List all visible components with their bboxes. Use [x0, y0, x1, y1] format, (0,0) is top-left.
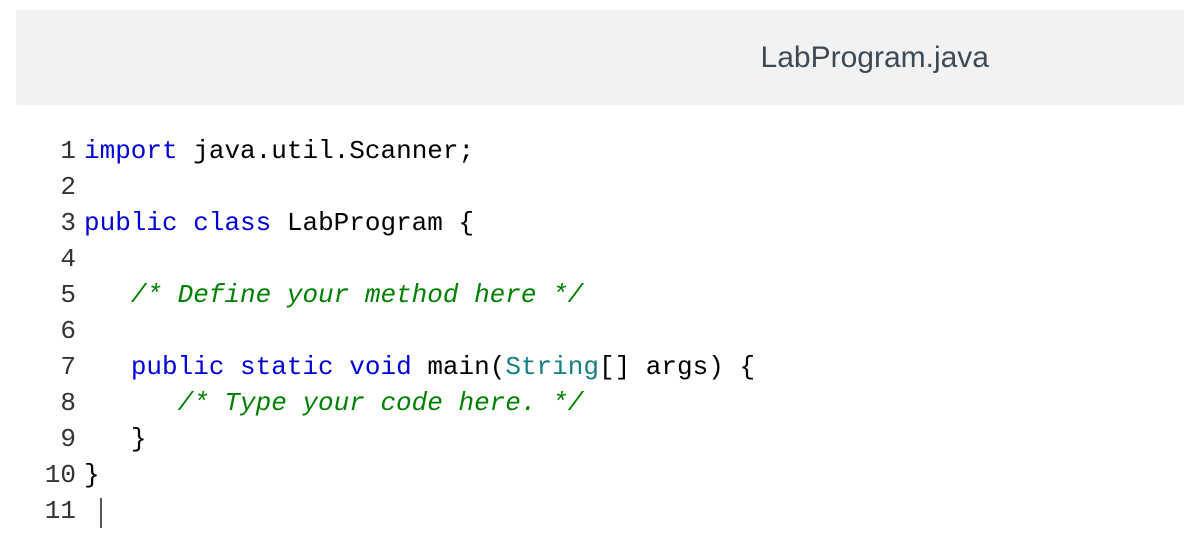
line-number: 2 [16, 169, 76, 205]
code-line[interactable] [84, 313, 1184, 349]
line-number: 4 [16, 241, 76, 277]
identifier: java [193, 136, 255, 166]
class-name: LabProgram [287, 208, 443, 238]
keyword: public [131, 352, 225, 382]
line-number: 8 [16, 385, 76, 421]
keyword: import [84, 136, 178, 166]
code-content[interactable]: import java.util.Scanner; public class L… [84, 133, 1184, 529]
keyword: static [240, 352, 334, 382]
code-line[interactable] [84, 241, 1184, 277]
line-number-gutter: 1 2 3 4 5 6 7 8 9 10 11 [16, 133, 84, 529]
file-header-bar: LabProgram.java [16, 10, 1184, 105]
text-cursor [100, 498, 102, 528]
line-number: 10 [16, 457, 76, 493]
comment: /* Type your code here. */ [178, 388, 584, 418]
method-name: main [427, 352, 489, 382]
type: String [505, 352, 599, 382]
code-line[interactable]: public class LabProgram { [84, 205, 1184, 241]
identifier: util [271, 136, 333, 166]
line-number: 5 [16, 277, 76, 313]
code-line[interactable] [84, 493, 1184, 529]
line-number: 1 [16, 133, 76, 169]
identifier: Scanner [349, 136, 458, 166]
keyword: void [349, 352, 411, 382]
code-line[interactable]: /* Define your method here */ [84, 277, 1184, 313]
code-line[interactable] [84, 169, 1184, 205]
keyword: class [193, 208, 271, 238]
code-line[interactable]: import java.util.Scanner; [84, 133, 1184, 169]
comment: /* Define your method here */ [131, 280, 583, 310]
line-number: 7 [16, 349, 76, 385]
keyword: public [84, 208, 178, 238]
editor-container: LabProgram.java 1 2 3 4 5 6 7 8 9 10 11 … [0, 0, 1200, 539]
code-line[interactable]: /* Type your code here. */ [84, 385, 1184, 421]
line-number: 6 [16, 313, 76, 349]
code-line[interactable]: public static void main(String[] args) { [84, 349, 1184, 385]
line-number: 11 [16, 493, 76, 529]
line-number: 3 [16, 205, 76, 241]
filename-label: LabProgram.java [761, 41, 989, 75]
code-line[interactable]: } [84, 421, 1184, 457]
line-number: 9 [16, 421, 76, 457]
code-line[interactable]: } [84, 457, 1184, 493]
code-area[interactable]: 1 2 3 4 5 6 7 8 9 10 11 import java.util… [16, 105, 1184, 529]
parameter: args [646, 352, 708, 382]
